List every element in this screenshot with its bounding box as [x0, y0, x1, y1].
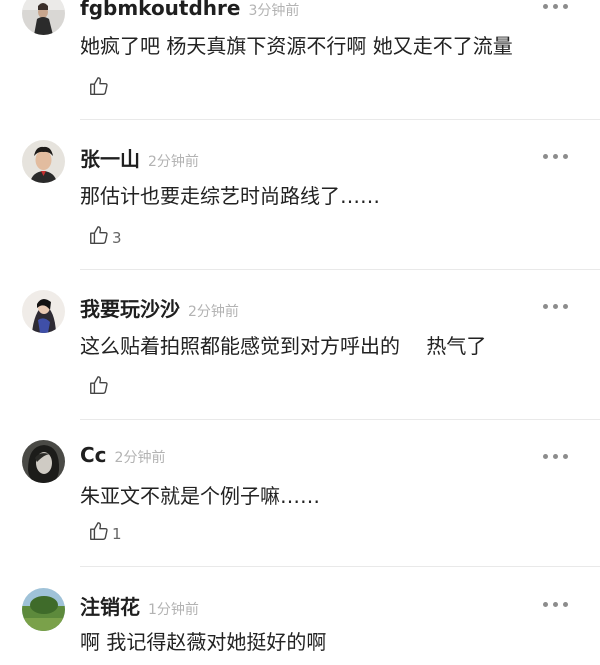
username-text[interactable]: fgbmkoutdhre: [80, 0, 240, 20]
more-dots-icon[interactable]: [543, 454, 573, 462]
like-button[interactable]: [88, 372, 112, 396]
username-text[interactable]: Cc: [80, 443, 107, 467]
comment-time: 2分钟前: [188, 304, 239, 320]
username-text[interactable]: 注销花: [80, 595, 140, 619]
comment-time: 2分钟前: [114, 450, 166, 466]
thumbs-up-icon: [90, 522, 108, 540]
divider: [80, 566, 600, 567]
comment-time: 1分钟前: [148, 602, 199, 618]
avatar[interactable]: [22, 588, 65, 631]
like-button[interactable]: [88, 73, 112, 97]
avatar[interactable]: [22, 290, 65, 333]
divider: [80, 269, 600, 270]
comment-text: 那估计也要走综艺时尚路线了……: [80, 184, 380, 208]
username[interactable]: fgbmkoutdhre 3分钟前: [80, 0, 299, 20]
thumbs-up-icon: [90, 226, 108, 244]
comment-text: 她疯了吧 杨天真旗下资源不行啊 她又走不了流量: [80, 34, 513, 58]
thumbs-up-icon: [90, 376, 108, 394]
avatar[interactable]: [22, 440, 65, 483]
more-dots-icon[interactable]: [543, 602, 573, 610]
divider: [80, 419, 600, 420]
more-dots-icon[interactable]: [543, 4, 573, 12]
avatar[interactable]: [22, 0, 65, 35]
avatar[interactable]: [22, 140, 65, 183]
username-text[interactable]: 张一山: [80, 147, 140, 171]
comment-text: 啊 我记得赵薇对她挺好的啊: [80, 630, 327, 654]
comment-time: 2分钟前: [148, 154, 199, 170]
comment-text: 朱亚文不就是个例子嘛……: [80, 484, 320, 508]
like-count: 3: [112, 229, 122, 247]
comment-time: 3分钟前: [248, 3, 300, 19]
thumbs-up-icon: [90, 77, 108, 95]
username-text[interactable]: 我要玩沙沙: [80, 297, 180, 321]
divider: [80, 119, 600, 120]
like-count: 1: [112, 525, 122, 543]
like-button[interactable]: 3: [88, 222, 122, 246]
username[interactable]: Cc 2分钟前: [80, 443, 165, 467]
username[interactable]: 张一山 2分钟前: [80, 143, 199, 172]
username[interactable]: 注销花 1分钟前: [80, 591, 199, 620]
comment-text: 这么贴着拍照都能感觉到对方呼出的 热气了: [80, 334, 487, 358]
more-dots-icon[interactable]: [543, 304, 573, 312]
username[interactable]: 我要玩沙沙 2分钟前: [80, 293, 239, 322]
like-button[interactable]: 1: [88, 518, 122, 542]
more-dots-icon[interactable]: [543, 154, 573, 162]
